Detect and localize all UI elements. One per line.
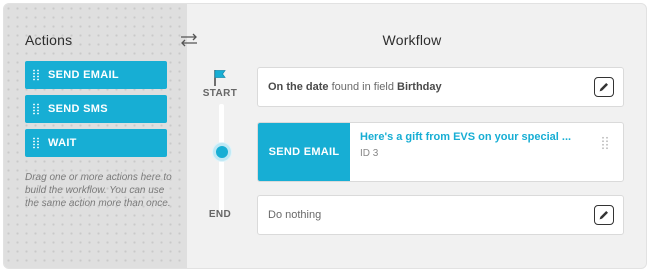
action-send-email[interactable]: SEND EMAIL [25, 61, 167, 89]
end-step-card: Do nothing [257, 195, 624, 235]
drag-handle-icon [32, 103, 40, 115]
trigger-text: On the date found in field Birthday [268, 81, 442, 93]
edit-trigger-button[interactable] [594, 77, 614, 97]
action-wait-label: WAIT [48, 137, 77, 149]
pencil-icon [599, 211, 608, 220]
drag-handle-icon[interactable] [601, 136, 609, 150]
drag-handle-icon [32, 69, 40, 81]
action-send-sms[interactable]: SEND SMS [25, 95, 167, 123]
trigger-prefix: On the date [268, 81, 329, 93]
step-id: ID 3 [360, 148, 379, 159]
actions-hint: Drag one or more actions here to build t… [25, 172, 172, 209]
workflow-title: Workflow [382, 32, 442, 48]
email-subject-link[interactable]: Here's a gift from EVS on your special .… [360, 131, 580, 143]
step-type-label: SEND EMAIL [258, 123, 350, 181]
swap-arrows-icon[interactable] [179, 32, 199, 48]
action-wait[interactable]: WAIT [25, 129, 167, 157]
start-label: START [202, 88, 238, 99]
action-send-sms-label: SEND SMS [48, 103, 108, 115]
actions-panel-title: Actions [25, 32, 73, 48]
trigger-field: Birthday [397, 81, 442, 93]
workflow-builder: Actions SEND EMAIL SEND SMS WAIT Drag on… [3, 3, 647, 269]
timeline-node[interactable] [213, 143, 231, 161]
end-label: END [208, 209, 232, 220]
action-send-email-label: SEND EMAIL [48, 69, 119, 81]
flag-icon [210, 69, 230, 87]
drag-handle-icon [32, 137, 40, 149]
trigger-card: On the date found in field Birthday [257, 67, 624, 107]
trigger-middle: found in field [328, 81, 398, 93]
pencil-icon [599, 83, 608, 92]
actions-panel: Actions SEND EMAIL SEND SMS WAIT Drag on… [4, 4, 187, 268]
end-step-text: Do nothing [268, 209, 322, 221]
send-email-step-card[interactable]: SEND EMAIL Here's a gift from EVS on you… [257, 122, 624, 182]
edit-end-button[interactable] [594, 205, 614, 225]
